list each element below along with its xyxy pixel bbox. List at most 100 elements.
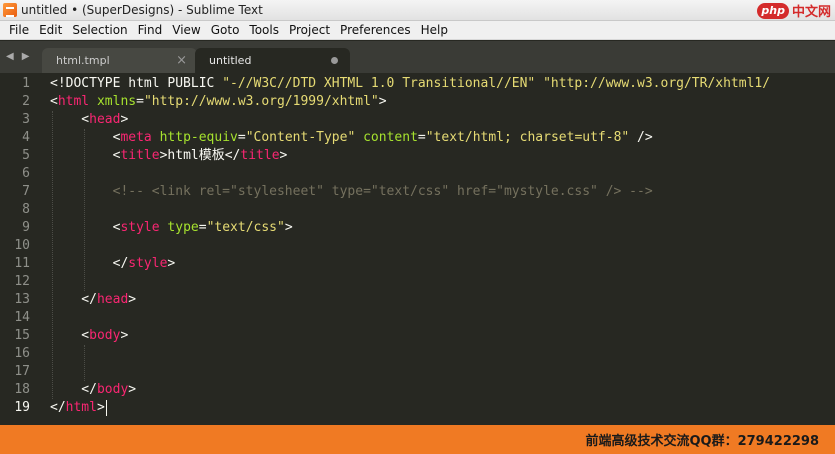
code-token: style (128, 256, 168, 271)
code-token: </ (50, 400, 66, 415)
tab-nav-arrows-icon[interactable]: ◀▶ (6, 51, 37, 62)
code-token: <!-- <link rel="stylesheet" type="text/c… (50, 184, 653, 199)
code-token: head (96, 292, 129, 307)
code-token: > (128, 292, 137, 307)
code-token: = (198, 220, 207, 235)
line-number: 8 (22, 202, 30, 217)
code-line[interactable]: <meta http-equiv="Content-Type" content=… (50, 129, 653, 147)
line-number: 16 (14, 346, 30, 361)
code-token: title (240, 148, 280, 163)
code-token: < (50, 220, 121, 235)
line-number: 15 (14, 328, 30, 343)
code-token: html (65, 400, 97, 415)
menu-project[interactable]: Project (284, 21, 335, 39)
menu-preferences[interactable]: Preferences (335, 21, 416, 39)
code-line[interactable]: <title>html模板</title> (50, 147, 288, 165)
code-line[interactable]: <!DOCTYPE html PUBLIC "-//W3C//DTD XHTML… (50, 75, 770, 93)
code-token: < (50, 328, 90, 343)
code-line[interactable]: <style type="text/css"> (50, 219, 293, 237)
line-number: 9 (22, 220, 30, 235)
code-token: "Content-Type" (245, 130, 356, 145)
close-icon[interactable]: × (176, 53, 187, 68)
code-line[interactable]: <body> (50, 327, 128, 345)
code-token: style (120, 220, 160, 235)
code-token: body (96, 382, 129, 397)
line-number: 11 (14, 256, 30, 271)
menu-file[interactable]: File (4, 21, 34, 39)
footer-banner: 前端高级技术交流QQ群：279422298 (0, 425, 835, 454)
menu-find[interactable]: Find (133, 21, 168, 39)
line-number: 1 (22, 76, 30, 91)
code-token: http-equiv (159, 130, 238, 145)
menu-goto[interactable]: Goto (206, 21, 245, 39)
code-token: <!DOCTYPE html PUBLIC (50, 76, 223, 91)
code-line[interactable]: </head> (50, 291, 136, 309)
code-area[interactable]: <!DOCTYPE html PUBLIC "-//W3C//DTD XHTML… (50, 73, 835, 425)
code-line[interactable]: </html> (50, 399, 105, 417)
code-token: "text/html; charset=utf-8" (425, 130, 630, 145)
code-token: = (237, 130, 246, 145)
tab-untitled[interactable]: untitled (195, 48, 350, 73)
code-token: >html模板</ (159, 148, 241, 163)
line-number: 10 (14, 238, 30, 253)
code-token: < (50, 130, 121, 145)
line-number: 7 (22, 184, 30, 199)
code-token: < (50, 94, 58, 109)
window-title: untitled • (SuperDesigns) - Sublime Text (21, 3, 263, 17)
code-line[interactable]: </body> (50, 381, 136, 399)
watermark-badge: php (757, 2, 789, 19)
menu-edit[interactable]: Edit (34, 21, 67, 39)
indent-guide (52, 111, 53, 399)
code-token: </ (50, 292, 97, 307)
line-number: 2 (22, 94, 30, 109)
line-number: 5 (22, 148, 30, 163)
code-line[interactable]: </style> (50, 255, 176, 273)
code-token: "text/css" (206, 220, 285, 235)
menu-tools[interactable]: Tools (244, 21, 284, 39)
tab-bar: ◀▶ html.tmpl × untitled (0, 41, 835, 73)
tab-html-tmpl[interactable]: html.tmpl × (42, 48, 197, 73)
code-token: head (89, 112, 121, 127)
code-token: "http://www.w3.org/1999/xhtml" (143, 94, 379, 109)
code-token: body (89, 328, 121, 343)
code-token: > (120, 112, 129, 127)
code-token: type (167, 220, 199, 235)
text-cursor (106, 400, 107, 416)
code-token: = (417, 130, 426, 145)
watermark-text: 中文网 (791, 5, 831, 20)
menu-selection[interactable]: Selection (67, 21, 132, 39)
code-token: > (128, 382, 137, 397)
code-line[interactable]: <html xmlns="http://www.w3.org/1999/xhtm… (50, 93, 387, 111)
code-editor[interactable]: 1 2 3 4 5 6 7 8 9 10 11 12 13 14 15 16 17 18 19 <!DOCTYPE … (0, 73, 835, 425)
code-token: </ (50, 256, 129, 271)
line-number-gutter: 1 2 3 4 5 6 7 8 9 10 11 12 13 14 15 16 17 18 19 (0, 73, 42, 425)
tab-label: html.tmpl (56, 54, 110, 67)
line-number: 18 (14, 382, 30, 397)
menu-view[interactable]: View (167, 21, 205, 39)
unsaved-dot-icon[interactable] (331, 57, 338, 64)
line-number: 19 (14, 400, 30, 415)
line-number: 14 (14, 310, 30, 325)
code-token: > (96, 400, 105, 415)
line-number: 4 (22, 130, 30, 145)
footer-text: 前端高级技术交流QQ群：279422298 (585, 434, 819, 449)
code-token: > (378, 94, 387, 109)
line-number: 3 (22, 112, 30, 127)
code-token: > (284, 220, 293, 235)
code-token: html (57, 94, 90, 109)
menu-help[interactable]: Help (416, 21, 453, 39)
code-token: xmlns (96, 94, 137, 109)
code-token: </ (50, 382, 97, 397)
line-number: 13 (14, 292, 30, 307)
code-token: < (50, 148, 121, 163)
code-line[interactable]: <!-- <link rel="stylesheet" type="text/c… (50, 183, 653, 201)
code-line[interactable]: <head> (50, 111, 128, 129)
code-token: > (120, 328, 129, 343)
indent-guide (84, 345, 85, 381)
code-token: /> (629, 130, 653, 145)
code-token: title (120, 148, 160, 163)
